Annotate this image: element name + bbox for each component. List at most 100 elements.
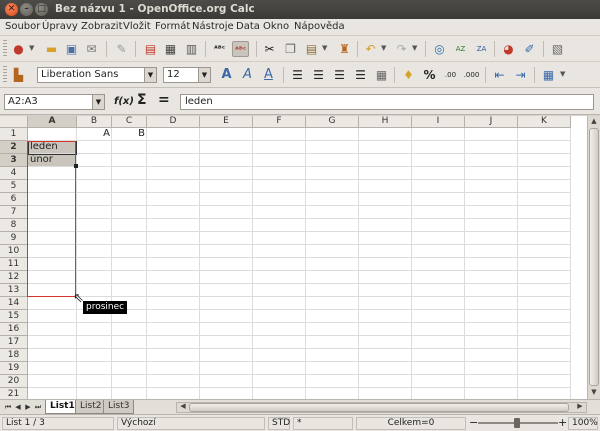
decimal-delete-icon[interactable]: .000 bbox=[463, 67, 480, 83]
menu-nastroje[interactable]: Nástroje bbox=[192, 21, 234, 32]
copy-icon[interactable]: ❐ bbox=[282, 41, 299, 57]
align-left-icon[interactable]: ☰ bbox=[289, 67, 306, 83]
horizontal-scrollbar[interactable]: ◀ ▶ bbox=[176, 402, 587, 413]
spreadsheet-grid[interactable]: A B C D E F G H I J K 1 2 3 4 5 6 7 8 9 10 11 12 13 14 15 16 17 18 19… bbox=[0, 116, 587, 399]
column-header-e[interactable]: E bbox=[200, 116, 253, 128]
borders-icon[interactable]: ▦ bbox=[540, 67, 557, 83]
menu-okno[interactable]: Okno bbox=[263, 21, 289, 32]
row-header-3[interactable]: 3 bbox=[0, 154, 28, 167]
new-document-icon[interactable]: ● bbox=[10, 41, 27, 57]
autospellcheck-icon[interactable]: ᴬᴮᶜ bbox=[232, 41, 249, 57]
print-icon[interactable]: ▦ bbox=[162, 41, 179, 57]
clone-formatting-icon[interactable]: ♜ bbox=[336, 41, 353, 57]
column-header-j[interactable]: J bbox=[465, 116, 518, 128]
row-header-21[interactable]: 21 bbox=[0, 388, 28, 399]
sort-ascending-icon[interactable]: AZ bbox=[452, 41, 469, 57]
show-draw-functions-icon[interactable]: ✐ bbox=[521, 41, 538, 57]
sum-display[interactable]: Celkem=0 bbox=[356, 417, 466, 430]
menu-upravy[interactable]: Úpravy bbox=[42, 21, 78, 32]
column-header-k[interactable]: K bbox=[518, 116, 571, 128]
hyperlink-icon[interactable]: ◎ bbox=[431, 41, 448, 57]
zoom-in-icon[interactable]: + bbox=[558, 416, 567, 429]
sum-icon[interactable]: Σ bbox=[137, 92, 147, 108]
currency-icon[interactable]: ♦ bbox=[400, 67, 417, 83]
row-header-5[interactable]: 5 bbox=[0, 180, 28, 193]
row-header-10[interactable]: 10 bbox=[0, 245, 28, 258]
scroll-right-icon[interactable]: ▶ bbox=[574, 402, 586, 411]
align-center-icon[interactable]: ☰ bbox=[310, 67, 327, 83]
save-icon[interactable]: ▣ bbox=[63, 41, 80, 57]
redo-dropdown-icon[interactable]: ▼ bbox=[412, 44, 417, 52]
close-window-button[interactable]: ✕ bbox=[5, 3, 18, 16]
row-header-13[interactable]: 13 bbox=[0, 284, 28, 297]
selection-mode[interactable]: * bbox=[293, 417, 353, 430]
menu-format[interactable]: Formát bbox=[155, 21, 190, 32]
name-box[interactable]: A2:A3 ▼ bbox=[4, 94, 105, 110]
row-header-20[interactable]: 20 bbox=[0, 375, 28, 388]
row-header-8[interactable]: 8 bbox=[0, 219, 28, 232]
underline-icon[interactable]: A bbox=[260, 67, 277, 83]
select-all-corner[interactable] bbox=[0, 116, 28, 128]
chevron-down-icon[interactable]: ▼ bbox=[198, 68, 210, 82]
indent-increase-icon[interactable]: ⇥ bbox=[512, 67, 529, 83]
pdf-icon[interactable]: ▤ bbox=[142, 41, 159, 57]
vertical-scrollbar[interactable]: ▲ ▼ bbox=[587, 116, 600, 399]
email-icon[interactable]: ✉ bbox=[83, 41, 100, 57]
paste-dropdown-icon[interactable]: ▼ bbox=[322, 44, 327, 52]
row-header-9[interactable]: 9 bbox=[0, 232, 28, 245]
zoom-out-icon[interactable]: − bbox=[469, 416, 478, 429]
first-sheet-icon[interactable]: ⏮ bbox=[3, 402, 13, 413]
column-header-c[interactable]: C bbox=[112, 116, 147, 128]
toolbar-grip[interactable] bbox=[3, 40, 7, 58]
row-header-1[interactable]: 1 bbox=[0, 128, 28, 141]
column-header-b[interactable]: B bbox=[77, 116, 112, 128]
row-header-14[interactable]: 14 bbox=[0, 297, 28, 310]
row-header-18[interactable]: 18 bbox=[0, 349, 28, 362]
menu-soubor[interactable]: Soubor bbox=[5, 21, 40, 32]
justify-icon[interactable]: ☰ bbox=[352, 67, 369, 83]
toolbar-grip[interactable] bbox=[3, 66, 7, 84]
styles-icon[interactable]: ▙ bbox=[10, 67, 27, 83]
menu-zobrazit[interactable]: Zobrazit bbox=[81, 21, 123, 32]
row-header-6[interactable]: 6 bbox=[0, 193, 28, 206]
row-header-2[interactable]: 2 bbox=[0, 141, 28, 154]
italic-icon[interactable]: A bbox=[239, 67, 256, 83]
page-style[interactable]: Výchozí bbox=[117, 417, 265, 430]
menu-napoveda[interactable]: Nápověda bbox=[294, 21, 345, 32]
column-header-d[interactable]: D bbox=[147, 116, 200, 128]
row-header-16[interactable]: 16 bbox=[0, 323, 28, 336]
chevron-down-icon[interactable]: ▼ bbox=[92, 95, 104, 109]
row-header-4[interactable]: 4 bbox=[0, 167, 28, 180]
paste-icon[interactable]: ▤ bbox=[303, 41, 320, 57]
prev-sheet-icon[interactable]: ◀ bbox=[13, 402, 23, 413]
sheet-tab-list2[interactable]: List2 bbox=[75, 400, 107, 414]
row-header-15[interactable]: 15 bbox=[0, 310, 28, 323]
scroll-down-icon[interactable]: ▼ bbox=[588, 387, 600, 398]
next-sheet-icon[interactable]: ▶ bbox=[23, 402, 33, 413]
row-header-17[interactable]: 17 bbox=[0, 336, 28, 349]
cell-c1[interactable]: B bbox=[112, 128, 147, 141]
cut-icon[interactable]: ✂ bbox=[261, 41, 278, 57]
indent-decrease-icon[interactable]: ⇤ bbox=[491, 67, 508, 83]
column-header-h[interactable]: H bbox=[359, 116, 412, 128]
column-header-g[interactable]: G bbox=[306, 116, 359, 128]
edit-file-icon[interactable]: ✎ bbox=[113, 41, 130, 57]
column-header-i[interactable]: I bbox=[412, 116, 465, 128]
maximize-window-button[interactable]: □ bbox=[35, 3, 48, 16]
cell-b1[interactable]: A bbox=[77, 128, 112, 141]
font-name-combo[interactable]: Liberation Sans ▼ bbox=[37, 67, 157, 83]
chart-icon[interactable]: ◕ bbox=[500, 41, 517, 57]
new-dropdown-icon[interactable]: ▼ bbox=[29, 44, 34, 52]
font-size-combo[interactable]: 12 ▼ bbox=[163, 67, 211, 83]
scroll-left-icon[interactable]: ◀ bbox=[177, 402, 189, 411]
scroll-up-icon[interactable]: ▲ bbox=[588, 116, 600, 127]
fill-handle[interactable] bbox=[74, 164, 78, 168]
menu-vlozit[interactable]: Vložit bbox=[123, 21, 151, 32]
function-icon[interactable]: = bbox=[158, 92, 170, 108]
horizontal-scroll-thumb[interactable] bbox=[189, 403, 569, 412]
row-header-11[interactable]: 11 bbox=[0, 258, 28, 271]
navigator-icon[interactable]: ▧ bbox=[549, 41, 566, 57]
zoom-level[interactable]: 100% bbox=[568, 417, 598, 430]
bold-icon[interactable]: A bbox=[218, 67, 235, 83]
sheet-tab-list3[interactable]: List3 bbox=[103, 400, 135, 414]
